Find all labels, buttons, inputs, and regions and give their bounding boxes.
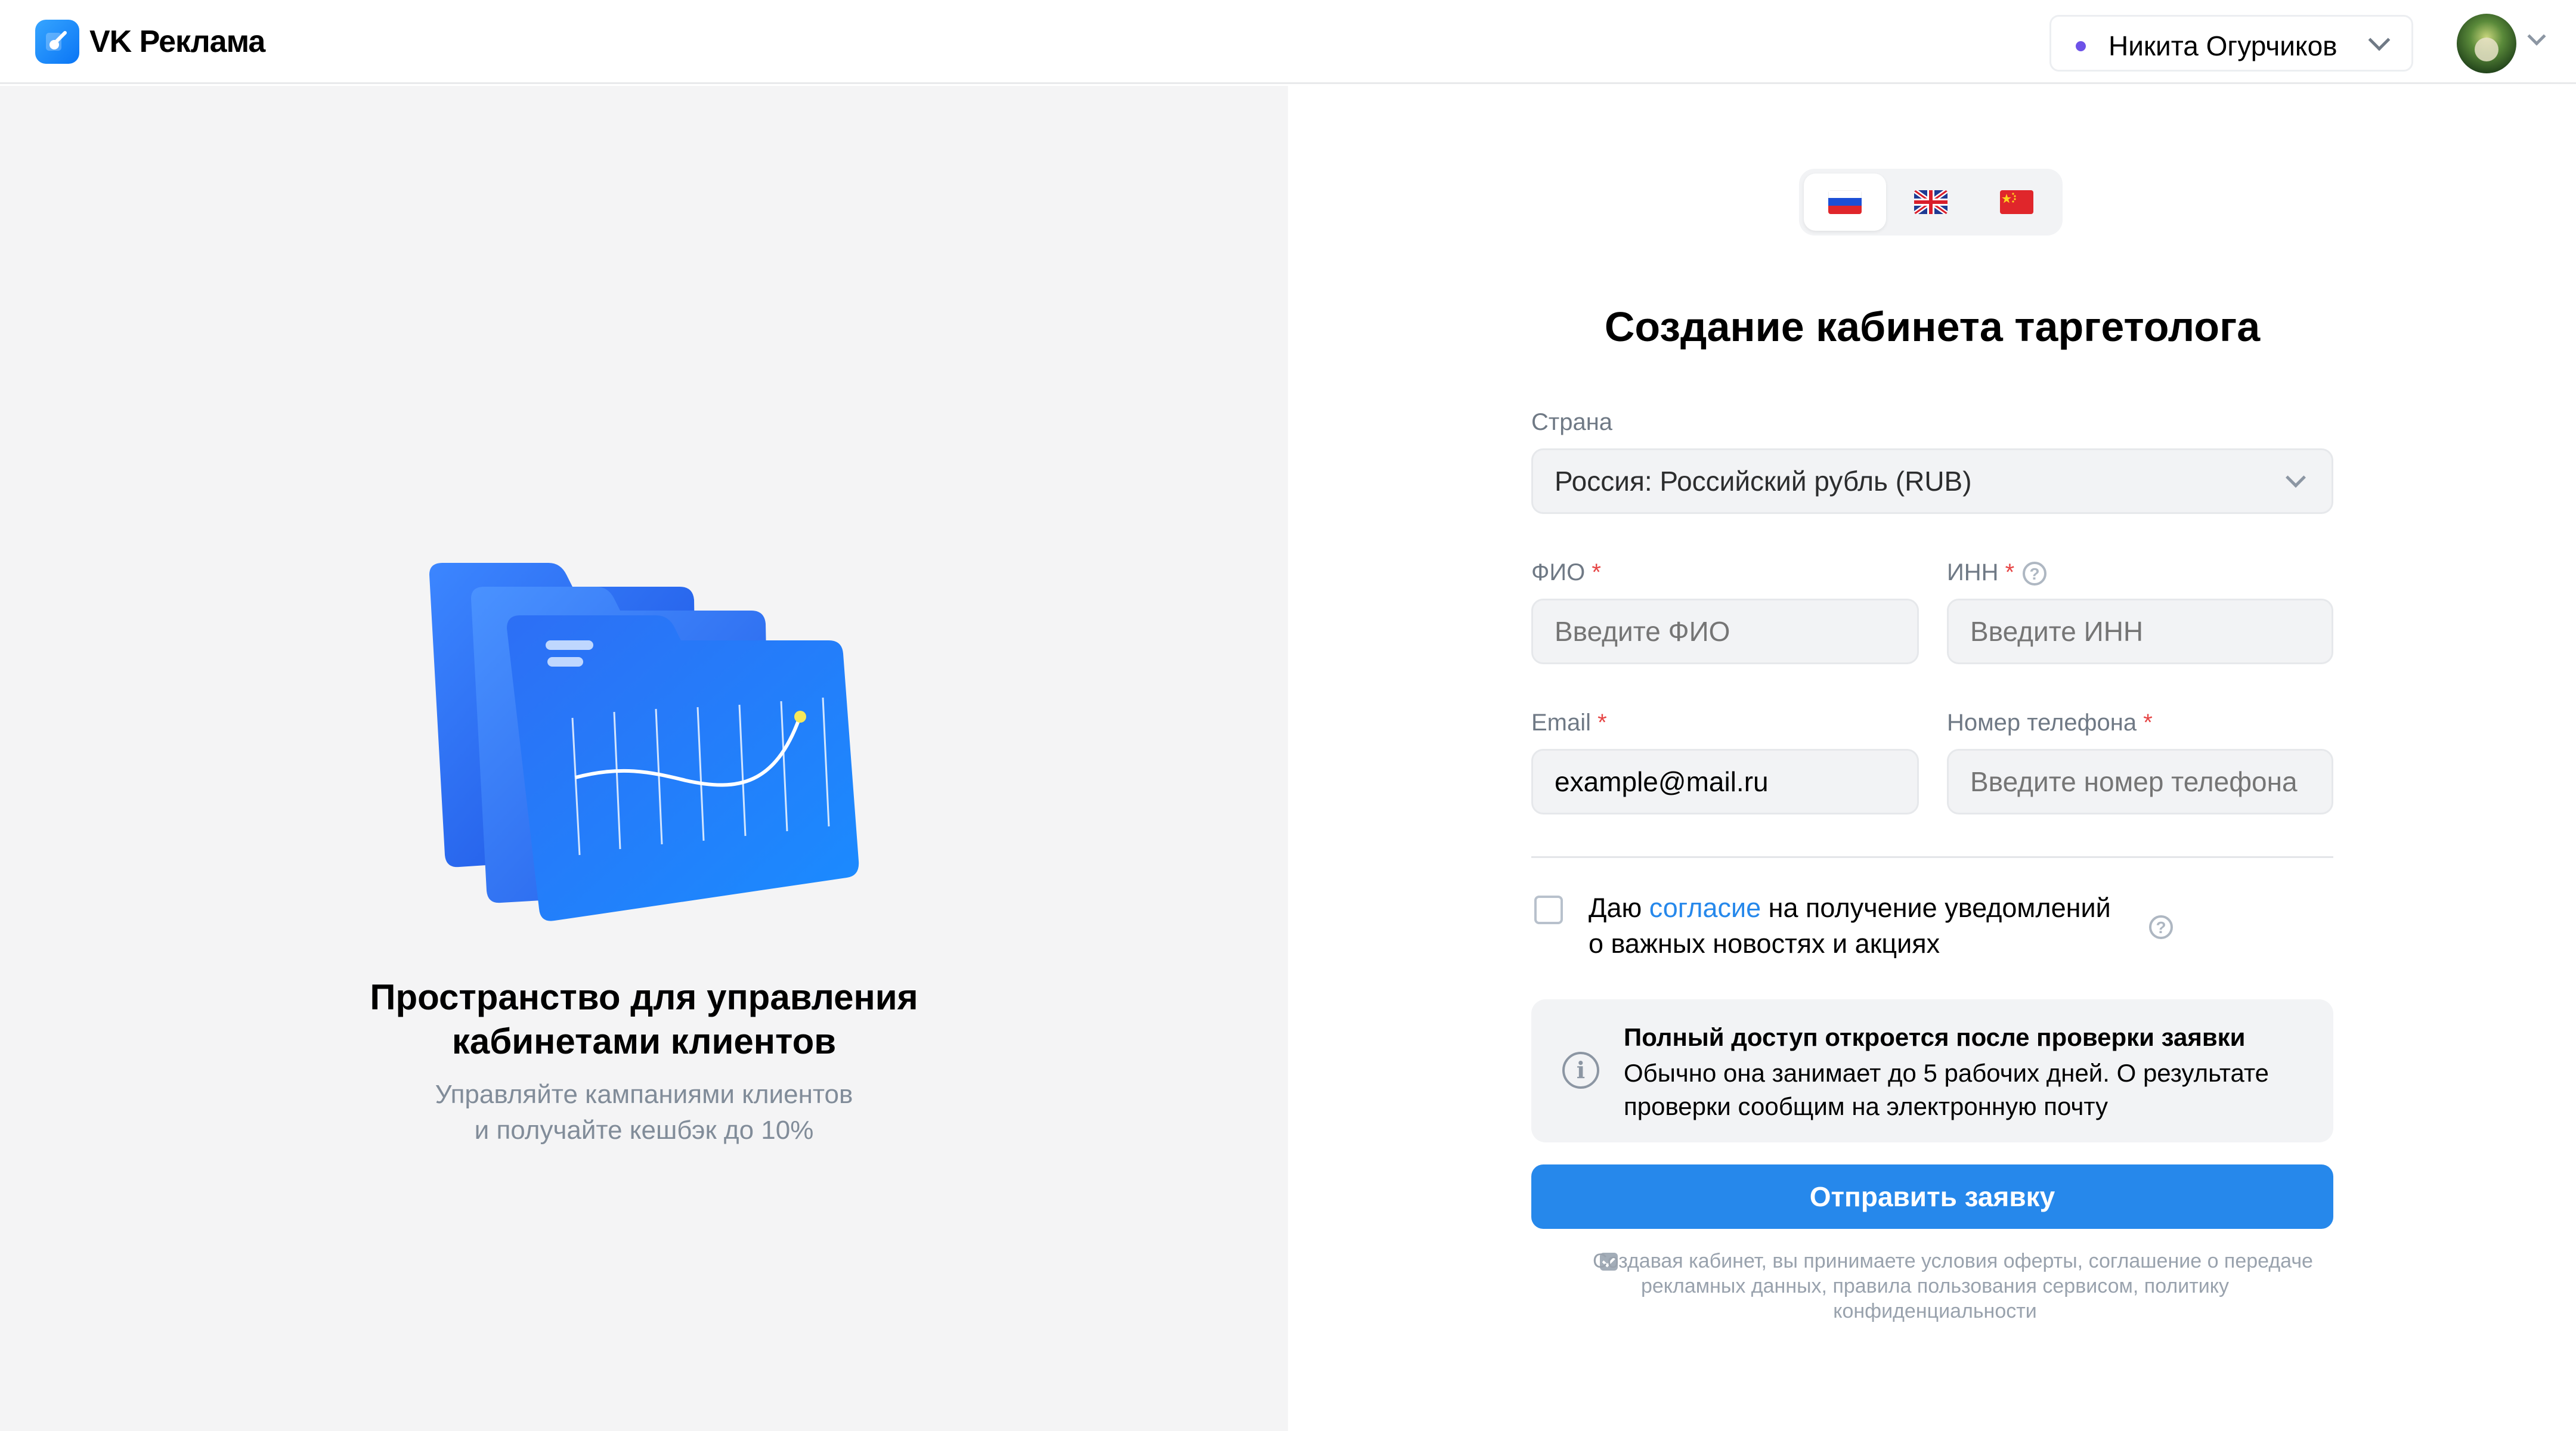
email-label: Email *: [1531, 710, 1607, 736]
form-title: Создание кабинета таргетолога: [1604, 303, 2261, 350]
consent-suffix: на получение уведомлений: [1761, 893, 2111, 923]
russia-flag-icon: [1828, 190, 1862, 214]
brand-name[interactable]: VK Реклама: [89, 24, 265, 60]
required-mark: *: [1592, 559, 1601, 586]
consent-line2: о важных новостях и акциях: [1589, 928, 1940, 959]
required-mark: *: [1597, 710, 1607, 736]
language-zh-button[interactable]: [1976, 174, 2058, 231]
phone-label-text: Номер телефона: [1947, 710, 2137, 736]
consent-line1: Даю согласие на получение уведомлений: [1589, 890, 2155, 926]
inn-label-text: ИНН: [1947, 559, 1999, 586]
country-select[interactable]: Россия: Российский рубль (RUB): [1531, 448, 2333, 514]
inn-label: ИНН *: [1947, 559, 2014, 586]
info-text: Обычно она занимает до 5 рабочих дней. О…: [1624, 1059, 2270, 1120]
chevron-down-icon: [2368, 29, 2391, 51]
terms-text: Создавая кабинет, вы принимаете условия …: [1593, 1250, 2313, 1322]
form-divider: [1531, 856, 2333, 858]
question-help-icon[interactable]: ?: [2023, 562, 2046, 586]
chevron-down-icon: [2286, 467, 2306, 488]
folders-chart-illustration-icon: [417, 551, 883, 933]
account-switcher[interactable]: Никита Огурчиков: [2049, 15, 2413, 72]
account-status-dot: [2076, 41, 2086, 51]
country-select-value: Россия: Российский рубль (RUB): [1555, 466, 1972, 497]
phone-input[interactable]: [1947, 749, 2333, 814]
review-info-box: i Полный доступ откроется после проверки…: [1531, 999, 2333, 1142]
email-input[interactable]: [1531, 749, 1919, 814]
consent-link[interactable]: согласие: [1649, 893, 1761, 923]
avatar-menu-chevron-icon[interactable]: [2527, 27, 2546, 46]
consent-text: Даю согласие на получение уведомлений о …: [1589, 890, 2155, 962]
info-icon: i: [1562, 1052, 1599, 1089]
language-switcher: [1799, 169, 2063, 236]
email-label-text: Email: [1531, 710, 1592, 736]
language-en-button[interactable]: [1890, 174, 1972, 231]
consent-prefix: Даю: [1589, 893, 1649, 923]
fio-label: ФИО *: [1531, 559, 1601, 586]
promo-panel: Пространство для управления кабинетами к…: [0, 86, 1288, 1431]
required-mark: *: [2005, 559, 2015, 586]
consent-checkbox[interactable]: [1534, 896, 1563, 924]
info-title: Полный доступ откроется после проверки з…: [1624, 1023, 2246, 1051]
uk-flag-icon: [1914, 190, 1948, 214]
promo-subtitle-line1: Управляйте кампаниями клиентов: [435, 1080, 853, 1109]
fio-label-text: ФИО: [1531, 559, 1586, 586]
inn-input[interactable]: [1947, 599, 2333, 664]
china-flag-icon: [2000, 190, 2033, 214]
required-mark: *: [2143, 710, 2153, 736]
promo-subtitle-line2: и получайте кешбэк до 10%: [474, 1116, 814, 1145]
vk-ads-logo-icon[interactable]: [35, 20, 79, 64]
top-header: VK Реклама Никита Огурчиков: [0, 0, 2576, 84]
phone-label: Номер телефона *: [1947, 710, 2153, 736]
language-ru-button[interactable]: [1804, 174, 1886, 231]
promo-title-line1: Пространство для управления: [370, 977, 918, 1017]
question-help-icon[interactable]: ?: [2149, 915, 2173, 939]
promo-title: Пространство для управления кабинетами к…: [0, 975, 1288, 1064]
avatar[interactable]: [2457, 14, 2516, 73]
promo-title-line2: кабинетами клиентов: [451, 1021, 837, 1061]
fio-input[interactable]: [1531, 599, 1919, 664]
country-label: Страна: [1531, 409, 1613, 435]
promo-subtitle: Управляйте кампаниями клиентов и получай…: [0, 1077, 1288, 1148]
account-name: Никита Огурчиков: [2109, 30, 2337, 61]
submit-button[interactable]: Отправить заявку: [1531, 1164, 2333, 1229]
